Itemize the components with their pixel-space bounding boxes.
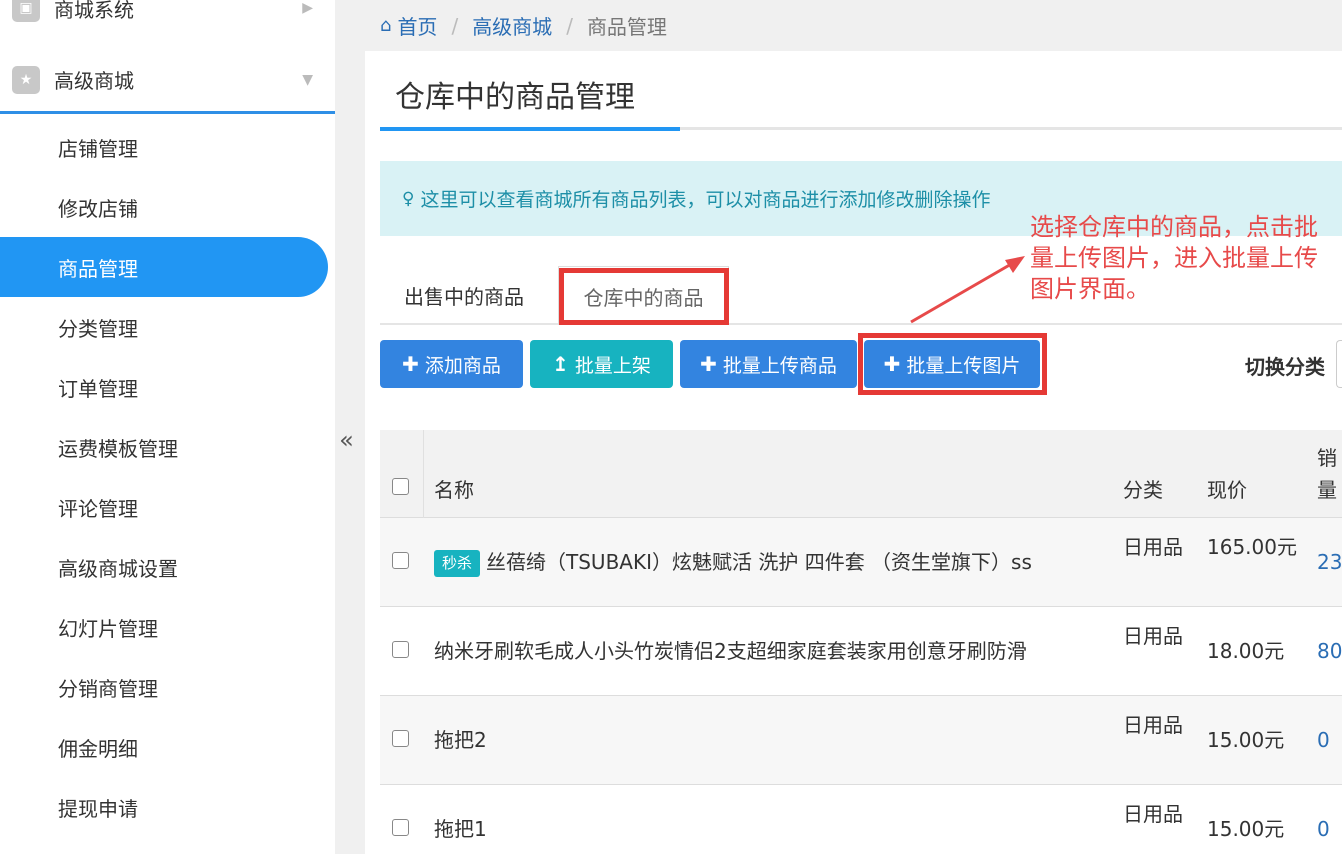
upload-arrow-icon: ↥ — [552, 352, 569, 376]
lightbulb-icon: ♀ — [402, 188, 415, 209]
header-name: 名称 — [434, 478, 474, 502]
store-icon: ★ — [12, 65, 40, 94]
goods-name[interactable]: 秒杀 丝蓓绮（TSUBAKI）炫魅赋活 洗护 四件套 （资生堂旗下）ss — [434, 546, 1032, 578]
batch-shelf-button[interactable]: ↥ 批量上架 — [530, 340, 673, 388]
goods-sales[interactable]: 0 — [1317, 813, 1330, 845]
sidebar-item-label: 评论管理 — [58, 496, 138, 521]
table-row: 纳米牙刷软毛成人小头竹炭情侣2支超细家庭套装家用创意牙刷防滑 日用品 18.00… — [380, 607, 1342, 696]
goods-category: 日用品 — [1123, 624, 1183, 648]
breadcrumb-home-link[interactable]: 首页 — [397, 11, 437, 40]
sidebar-collapse-button[interactable]: « — [335, 400, 358, 480]
sidebar-item-label: 提现申请 — [58, 796, 138, 821]
sidebar-item-withdraw[interactable]: 提现申请 — [0, 777, 335, 837]
sidebar-item-label: 分销商管理 — [58, 676, 158, 701]
sidebar-group-label: 商城系统 — [54, 0, 134, 22]
title-divider — [380, 127, 1342, 131]
sidebar-item-store[interactable]: 店铺管理 — [0, 117, 335, 177]
shop-bag-icon: ▣ — [12, 0, 40, 22]
row-checkbox[interactable] — [392, 552, 409, 569]
button-label: 批量上架 — [574, 354, 651, 377]
goods-name-text: 丝蓓绮（TSUBAKI）炫魅赋活 洗护 四件套 （资生堂旗下）ss — [486, 550, 1032, 574]
breadcrumb-separator: / — [566, 13, 573, 38]
goods-category: 日用品 — [1123, 535, 1183, 559]
sidebar-item-edit-store[interactable]: 修改店铺 — [0, 177, 335, 237]
select-all-checkbox[interactable] — [392, 478, 409, 495]
batch-upload-goods-button[interactable]: ✚ 批量上传商品 — [680, 340, 857, 388]
sidebar-item-label: 店铺管理 — [58, 136, 138, 161]
goods-sales[interactable]: 80 — [1317, 635, 1342, 667]
goods-sales[interactable]: 23 — [1317, 546, 1342, 578]
sidebar-item-comments[interactable]: 评论管理 — [0, 477, 335, 537]
chevron-right-icon: ▶ — [302, 0, 313, 16]
goods-price: 18.00元 — [1207, 639, 1285, 663]
table-header: 名称 分类 现价 销量 — [380, 430, 1342, 518]
header-category: 分类 — [1123, 478, 1163, 502]
table-row: 秒杀 丝蓓绮（TSUBAKI）炫魅赋活 洗护 四件套 （资生堂旗下）ss 日用品 … — [380, 518, 1342, 607]
breadcrumb-advanced-mall-link[interactable]: 高级商城 — [472, 11, 552, 40]
sidebar-group-label: 高级商城 — [54, 69, 134, 93]
goods-price: 15.00元 — [1207, 817, 1285, 841]
sidebar-item-label: 佣金明细 — [58, 736, 138, 761]
sidebar-group-advanced-mall[interactable]: ★ 高级商城 ▼ — [0, 48, 335, 114]
breadcrumb: ⌂ 首页 / 高级商城 / 商品管理 — [365, 0, 1342, 51]
plus-icon: ✚ — [700, 352, 717, 376]
goods-price: 165.00元 — [1207, 535, 1297, 559]
sidebar-item-label: 运费模板管理 — [58, 436, 178, 461]
sidebar-item-orders[interactable]: 订单管理 — [0, 357, 335, 417]
highlight-box-upload-images — [858, 333, 1047, 395]
chevron-down-icon: ▼ — [302, 71, 313, 88]
main-content: ⌂ 首页 / 高级商城 / 商品管理 仓库中的商品管理 ♀ 这里可以查看商城所有… — [365, 0, 1342, 854]
header-sales: 销量 — [1317, 446, 1337, 502]
sidebar-item-goods[interactable]: 商品管理 — [0, 237, 328, 297]
category-select[interactable] — [1336, 340, 1342, 388]
goods-table: 名称 分类 现价 销量 秒杀 丝蓓绮（TSUBAKI）炫魅赋活 洗护 四件套 （资… — [380, 430, 1342, 854]
sidebar-menu: 店铺管理 修改店铺 商品管理 分类管理 订单管理 运费模板管理 评论管理 高级商… — [0, 117, 335, 837]
annotation-arrow-icon — [910, 256, 1025, 324]
sidebar-item-settings[interactable]: 高级商城设置 — [0, 537, 335, 597]
row-checkbox[interactable] — [392, 730, 409, 747]
goods-price: 15.00元 — [1207, 728, 1285, 752]
button-label: 批量上传商品 — [722, 354, 837, 377]
sidebar: ▣ 商城系统 ▶ ★ 高级商城 ▼ 店铺管理 修改店铺 商品管理 分类管理 订单… — [0, 0, 335, 854]
flash-sale-badge: 秒杀 — [434, 550, 481, 577]
column-divider — [423, 430, 424, 518]
button-label: 添加商品 — [424, 354, 501, 377]
page-title: 仓库中的商品管理 — [395, 80, 635, 115]
highlight-box-warehouse-tab — [559, 268, 729, 325]
home-icon: ⌂ — [380, 15, 392, 36]
sidebar-item-label: 高级商城设置 — [58, 556, 178, 581]
table-row: 拖把1 日用品 15.00元 0 — [380, 785, 1342, 854]
goods-category: 日用品 — [1123, 802, 1183, 826]
row-checkbox[interactable] — [392, 819, 409, 836]
goods-category: 日用品 — [1123, 713, 1183, 737]
annotation-text: 选择仓库中的商品，点击批量上传图片，进入批量上传图片界面。 — [1030, 213, 1318, 303]
sidebar-item-label: 商品管理 — [58, 256, 138, 281]
sidebar-item-shipping-template[interactable]: 运费模板管理 — [0, 417, 335, 477]
sidebar-item-label: 分类管理 — [58, 316, 138, 341]
header-price: 现价 — [1207, 478, 1247, 502]
sidebar-item-label: 修改店铺 — [58, 196, 138, 221]
goods-sales[interactable]: 0 — [1317, 724, 1330, 756]
sidebar-item-category[interactable]: 分类管理 — [0, 297, 335, 357]
sidebar-item-label: 幻灯片管理 — [58, 616, 158, 641]
sidebar-item-distributors[interactable]: 分销商管理 — [0, 657, 335, 717]
sidebar-item-commission[interactable]: 佣金明细 — [0, 717, 335, 777]
goods-name[interactable]: 拖把2 — [434, 724, 487, 756]
switch-category-label: 切换分类 — [1245, 355, 1325, 379]
tab-on-sale[interactable]: 出售中的商品 — [404, 266, 524, 325]
goods-name[interactable]: 拖把1 — [434, 813, 487, 845]
row-checkbox[interactable] — [392, 641, 409, 658]
sidebar-item-slides[interactable]: 幻灯片管理 — [0, 597, 335, 657]
title-accent-bar — [380, 127, 680, 131]
tip-text: 这里可以查看商城所有商品列表，可以对商品进行添加修改删除操作 — [420, 189, 991, 211]
goods-name[interactable]: 纳米牙刷软毛成人小头竹炭情侣2支超细家庭套装家用创意牙刷防滑 — [434, 635, 1027, 667]
sidebar-item-label: 订单管理 — [58, 376, 138, 401]
breadcrumb-current: 商品管理 — [586, 15, 667, 39]
sidebar-group-mall-system[interactable]: ▣ 商城系统 ▶ — [0, 0, 335, 38]
table-row: 拖把2 日用品 15.00元 0 — [380, 696, 1342, 785]
plus-icon: ✚ — [402, 352, 419, 376]
add-goods-button[interactable]: ✚ 添加商品 — [380, 340, 523, 388]
breadcrumb-separator: / — [451, 13, 459, 38]
